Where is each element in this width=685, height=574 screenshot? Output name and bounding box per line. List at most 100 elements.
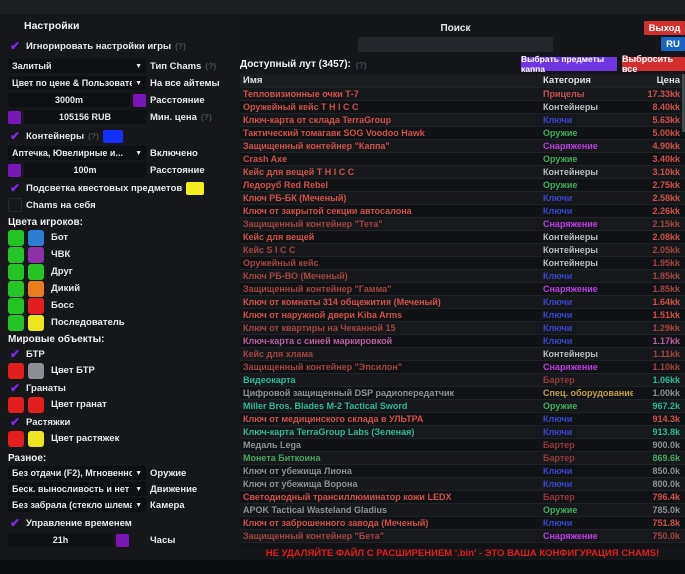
color-swatch[interactable] [8,281,24,297]
item-price: 5.63kk [633,115,685,125]
color-swatch[interactable] [28,315,44,331]
table-row[interactable]: Оружейный кейс Контейнеры 1.95kk [240,256,685,269]
item-name: Ключ-карта от склада TerraGroup [240,115,543,125]
column-header-category[interactable]: Категория [543,75,633,86]
color-swatch[interactable] [28,230,44,246]
color-swatch[interactable] [28,247,44,263]
chams-type-dropdown[interactable]: Залитый ▼ [8,59,146,73]
distance-input[interactable]: 3000m [8,93,130,107]
table-row[interactable]: Ключ-карта с синей маркировкой Ключи 1.1… [240,334,685,347]
table-row[interactable]: Видеокарта Бартер 1.06kk [240,373,685,386]
help-icon[interactable]: (?) [356,60,367,70]
checkbox-check-icon[interactable] [8,347,22,361]
color-swatch[interactable] [8,431,24,447]
table-row[interactable]: Ключ от заброшенного завода (Меченый) Кл… [240,516,685,529]
included-categories-dropdown[interactable]: Аптечка, Ювелирные и... ▼ [8,146,146,160]
color-swatch[interactable] [28,431,44,447]
item-distance-input[interactable]: 100m [24,163,146,177]
color-swatch[interactable] [8,247,24,263]
table-row[interactable]: APOK Tactical Wasteland Gladius Оружие 7… [240,503,685,516]
table-row[interactable]: Защищенный контейнер "Гамма" Снаряжение … [240,282,685,295]
color-swatch[interactable] [28,281,44,297]
table-row[interactable]: Тепловизионные очки Т-7 Прицелы 17.33kk [240,87,685,100]
table-row[interactable]: Ледоруб Red Rebel Оружие 2.75kk [240,178,685,191]
checkbox-check-icon[interactable] [8,381,22,395]
table-row[interactable]: Кейс для вещей Контейнеры 2.08kk [240,230,685,243]
discard-all-button[interactable]: Выбросить все [622,57,685,71]
weapon-dropdown[interactable]: Без отдачи (F2), Мгновенное п ▼ [8,466,146,480]
color-swatch[interactable] [186,182,204,195]
color-swatch[interactable] [8,164,21,177]
table-row[interactable]: Ключ от медицинского склада в УЛЬТРА Клю… [240,412,685,425]
color-swatch[interactable] [28,397,44,413]
table-row[interactable]: Ключ от комнаты 314 общежития (Меченый) … [240,295,685,308]
help-icon[interactable]: (?) [205,61,216,71]
help-icon[interactable]: (?) [175,41,186,51]
checkbox-check-icon[interactable] [8,415,22,429]
table-row[interactable]: Miller Bros. Blades M-2 Tactical Sword О… [240,399,685,412]
table-row[interactable]: Кейс для хлама Контейнеры 1.11kk [240,347,685,360]
table-row[interactable]: Защищенный контейнер "Тета" Снаряжение 2… [240,217,685,230]
color-swatch[interactable] [8,363,24,379]
camera-dropdown[interactable]: Без забрала (стекло шлема) ▼ [8,498,146,512]
table-row[interactable]: Медаль Lega Бартер 900.0k [240,438,685,451]
table-row[interactable]: Кейс для вещей T H I C C Контейнеры 3.10… [240,165,685,178]
item-name: Ледоруб Red Rebel [240,180,543,190]
language-button[interactable]: RU [661,37,685,51]
all-items-dropdown[interactable]: Цвет по цене & Пользователь ▼ [8,76,146,90]
checkbox-unchecked[interactable] [8,198,22,212]
color-swatch[interactable] [103,130,123,143]
column-header-price[interactable]: Цена [633,75,685,86]
color-swatch[interactable] [133,94,146,107]
checkbox-check-icon[interactable] [8,516,22,530]
checkbox-check-icon[interactable] [8,129,22,143]
hours-input[interactable]: 21h [8,533,113,547]
item-category: Оружие [543,180,633,190]
table-row[interactable]: Защищенный контейнер "Эпсилон" Снаряжени… [240,360,685,373]
table-row[interactable]: Монета Биткоина Бартер 869.6k [240,451,685,464]
checkbox-check-icon[interactable] [8,181,22,195]
table-row[interactable]: Ключ РБ-ВО (Меченый) Ключи 1.85kk [240,269,685,282]
item-category: Бартер [543,440,633,450]
help-icon[interactable]: (?) [201,112,212,122]
table-row[interactable]: Цифровой защищенный DSP радиопередатчик … [240,386,685,399]
help-icon[interactable]: (?) [88,131,99,141]
table-row[interactable]: Тактический томагавк SOG Voodoo Hawk Ору… [240,126,685,139]
table-row[interactable]: Crash Axe Оружие 3.40kk [240,152,685,165]
color-swatch[interactable] [28,298,44,314]
movement-dropdown[interactable]: Беск. выносливость и нет уста ▼ [8,482,146,496]
item-category: Контейнеры [543,349,633,359]
color-swatch[interactable] [28,264,44,280]
table-row[interactable]: Ключ РБ-БК (Меченый) Ключи 2.58kk [240,191,685,204]
chams-self-label: Chams на себя [26,200,96,211]
table-row[interactable]: Защищенный контейнер "Каппа" Снаряжение … [240,139,685,152]
table-row[interactable]: Ключ-карта от склада TerraGroup Ключи 5.… [240,113,685,126]
table-row[interactable]: Ключ от убежища Лиона Ключи 850.0k [240,464,685,477]
item-price: 2.75kk [633,180,685,190]
table-row[interactable]: Ключ от убежища Ворона Ключи 800.0k [240,477,685,490]
settings-title: Настройки [24,20,79,32]
table-row[interactable]: Кейс S I C C Контейнеры 2.05kk [240,243,685,256]
table-row[interactable]: Ключ от квартиры на Чеканной 15 Ключи 1.… [240,321,685,334]
table-row[interactable]: Ключ от закрытой секции автосалона Ключи… [240,204,685,217]
color-swatch[interactable] [8,264,24,280]
search-input[interactable] [358,37,553,52]
exit-button[interactable]: Выход [644,21,685,35]
color-swatch[interactable] [116,534,129,547]
table-row[interactable]: Светодиодный трансиллюминатор кожи LEDX … [240,490,685,503]
checkbox-check-icon[interactable] [8,39,22,53]
color-swatch[interactable] [8,315,24,331]
table-row[interactable]: Ключ от наружной двери Kiba Arms Ключи 1… [240,308,685,321]
color-swatch[interactable] [8,111,21,124]
min-price-input[interactable]: 105156 RUB [24,110,146,124]
color-swatch[interactable] [8,397,24,413]
table-row[interactable]: Защищенный контейнер "Бета" Снаряжение 7… [240,529,685,542]
color-swatch[interactable] [28,363,44,379]
table-row[interactable]: Оружейный кейс T H I C C Контейнеры 8.40… [240,100,685,113]
chevron-down-icon: ▼ [132,502,142,509]
column-header-name[interactable]: Имя [240,75,543,86]
select-kappa-items-button[interactable]: Выбрать предметы каппа [521,57,617,71]
color-swatch[interactable] [8,230,24,246]
color-swatch[interactable] [8,298,24,314]
table-row[interactable]: Ключ-карта TerraGroup Labs (Зеленая) Клю… [240,425,685,438]
